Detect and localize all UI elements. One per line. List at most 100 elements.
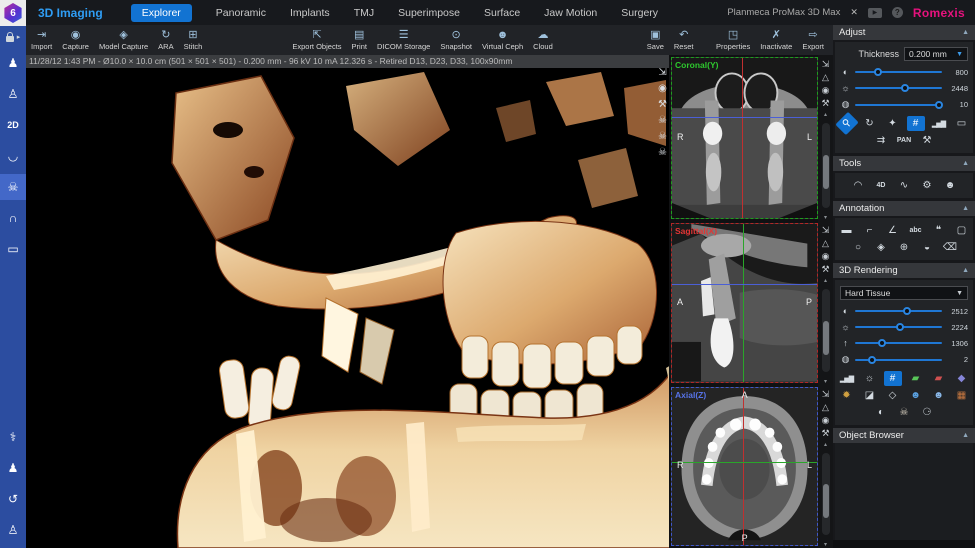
nerve-marking-icon[interactable]: ∿ <box>895 178 913 193</box>
cone-icon[interactable]: △ <box>822 73 829 82</box>
export-objects-button[interactable]: ⇱Export Objects <box>287 29 346 51</box>
expand-icon[interactable]: ⇲ <box>658 67 666 78</box>
green-plane-icon[interactable]: ▰ <box>907 371 925 386</box>
slider-track[interactable] <box>855 310 942 312</box>
close-icon[interactable]: ✕ <box>850 7 858 18</box>
rendering-section-header[interactable]: 3D Rendering ▲ <box>833 263 975 278</box>
annotation-section-header[interactable]: Annotation ▲ <box>833 201 975 216</box>
slider-thumb[interactable] <box>935 101 943 109</box>
inactivate-button[interactable]: ✗Inactivate <box>755 29 797 51</box>
histogram-icon[interactable]: ▂▅▇ <box>930 116 948 131</box>
pill-erase-icon[interactable]: ⚆ <box>918 405 936 420</box>
render-elevation-slider[interactable]: ↑ 1306 <box>840 338 968 348</box>
skull-right-view-icon[interactable]: ☠ <box>658 115 667 126</box>
light-icon[interactable]: ☼ <box>861 371 879 386</box>
volume-annotation-icon[interactable]: ◈ <box>872 240 890 255</box>
collapse-icon[interactable]: ▲ <box>962 267 969 274</box>
wrench-icon[interactable]: ⚒ <box>821 429 829 438</box>
render-contrast-slider[interactable]: ◐ 2512 <box>840 306 968 316</box>
sphere-icon[interactable]: ◐ <box>872 405 890 420</box>
skull-front-view-icon[interactable]: ☠ <box>658 131 667 142</box>
tab-panoramic[interactable]: Panoramic <box>216 7 266 19</box>
scroll-up-icon[interactable]: ▴ <box>824 112 827 118</box>
brightness-slider[interactable]: ☼ 2448 <box>840 83 968 93</box>
dicom-storage-button[interactable]: ☰DICOM Storage <box>372 29 435 51</box>
render-brightness-slider[interactable]: ☼ 2224 <box>840 322 968 332</box>
text-annotation-icon[interactable]: abc <box>907 223 925 238</box>
camera-icon[interactable]: ◉ <box>822 86 830 95</box>
tab-tmj[interactable]: TMJ <box>354 7 374 19</box>
collapse-icon[interactable]: ▲ <box>962 29 969 36</box>
wrench-icon[interactable]: ⚒ <box>658 99 667 110</box>
cone-icon[interactable]: △ <box>822 403 829 412</box>
rectangle-icon[interactable]: ▢ <box>953 223 971 238</box>
sidebar-item-clinic[interactable]: ♟ <box>0 455 26 481</box>
sidebar-item-patients[interactable]: ♟ <box>0 50 26 76</box>
clip-box-icon[interactable]: ◪ <box>861 388 879 403</box>
4d-tool-icon[interactable]: 4D <box>872 178 890 193</box>
slice-lines-icon[interactable]: # <box>884 371 902 386</box>
contrast-slider[interactable]: ◐ 800 <box>840 67 968 77</box>
slider-track[interactable] <box>855 342 942 344</box>
coronal-image[interactable]: Coronal(Y) R L <box>671 57 818 219</box>
sidebar-item-2d-images[interactable]: 2D <box>0 112 26 138</box>
tab-implants[interactable]: Implants <box>290 7 330 19</box>
tab-surface[interactable]: Surface <box>484 7 520 19</box>
coronal-scrollbar[interactable] <box>822 123 830 208</box>
sidebar-item-dental-arch[interactable]: ◡ <box>0 143 26 169</box>
ara-button[interactable]: ↻ARA <box>153 29 178 51</box>
slider-track[interactable] <box>855 71 942 73</box>
slider-thumb[interactable] <box>903 307 911 315</box>
slider-thumb[interactable] <box>901 84 909 92</box>
implant-tool-icon[interactable]: ⚙ <box>918 178 936 193</box>
slider-thumb[interactable] <box>868 356 876 364</box>
collapse-icon[interactable]: ▲ <box>962 432 969 439</box>
slider-thumb[interactable] <box>874 68 882 76</box>
expand-icon[interactable]: ⇲ <box>822 60 830 69</box>
rendering-preset-dropdown[interactable]: Hard Tissue ▼ <box>840 286 968 300</box>
lut-grid-icon[interactable]: ▦ <box>953 388 971 403</box>
collapse-icon[interactable]: ▲ <box>962 205 969 212</box>
adjust-section-header[interactable]: Adjust ▲ <box>833 25 975 40</box>
sagittal-crosshair-horizontal[interactable] <box>672 284 817 285</box>
coronal-crosshair-horizontal[interactable] <box>672 117 817 118</box>
camera-icon[interactable]: ◉ <box>658 83 667 94</box>
skew-plane-icon[interactable]: ◆ <box>953 371 971 386</box>
head-soft-icon[interactable]: ☻ <box>930 388 948 403</box>
scroll-up-icon[interactable]: ▴ <box>824 278 827 284</box>
point-icon[interactable]: ⊕ <box>895 240 913 255</box>
skull-left-view-icon[interactable]: ☠ <box>658 147 667 158</box>
axial-scrollbar[interactable] <box>822 453 830 535</box>
sidebar-item-patient[interactable]: ♙ <box>0 81 26 107</box>
axial-crosshair-horizontal[interactable] <box>672 462 817 463</box>
slider-track[interactable] <box>855 359 942 361</box>
skull-render-icon[interactable]: ☠ <box>895 405 913 420</box>
camera-icon[interactable]: ◉ <box>822 416 830 425</box>
ortho-tool-icon[interactable]: ☻ <box>941 178 959 193</box>
wrench-icon[interactable]: ⚒ <box>821 265 829 274</box>
render-quality-slider[interactable]: ◍ 2 <box>840 354 968 365</box>
export-slices-icon[interactable]: ⇉ <box>872 133 890 148</box>
sidebar-item-3d-imaging[interactable]: ☠ <box>0 174 26 200</box>
angle-icon[interactable]: ∠ <box>884 223 902 238</box>
object-browser-body[interactable] <box>835 443 973 540</box>
callout-icon[interactable]: ❝ <box>930 223 948 238</box>
virtual-ceph-button[interactable]: ☻Virtual Ceph <box>477 29 528 51</box>
tab-explorer[interactable]: Explorer <box>131 4 192 22</box>
corner-ruler-icon[interactable]: ⌐ <box>861 223 879 238</box>
zoom-tool-icon[interactable]: ⚲ <box>835 112 858 135</box>
head-solid-icon[interactable]: ☻ <box>907 388 925 403</box>
lock-icon[interactable] <box>6 36 14 42</box>
panoramic-curve-icon[interactable]: ◠ <box>849 178 867 193</box>
sagittal-crosshair-vertical[interactable] <box>743 224 744 381</box>
free-rotate-tool-icon[interactable]: ✦ <box>884 116 902 131</box>
save-button[interactable]: ▣Save <box>642 29 669 51</box>
properties-button[interactable]: ◳Properties <box>711 29 755 51</box>
reset-button[interactable]: ↶Reset <box>669 29 699 51</box>
rotate-tool-icon[interactable]: ↻ <box>861 116 879 131</box>
sidebar-expand-icon[interactable]: ▸ <box>17 33 21 41</box>
slider-track[interactable] <box>855 326 942 328</box>
histogram-icon[interactable]: ▂▅▇ <box>838 371 856 386</box>
tools-section-header[interactable]: Tools ▲ <box>833 156 975 171</box>
red-plane-icon[interactable]: ▰ <box>930 371 948 386</box>
